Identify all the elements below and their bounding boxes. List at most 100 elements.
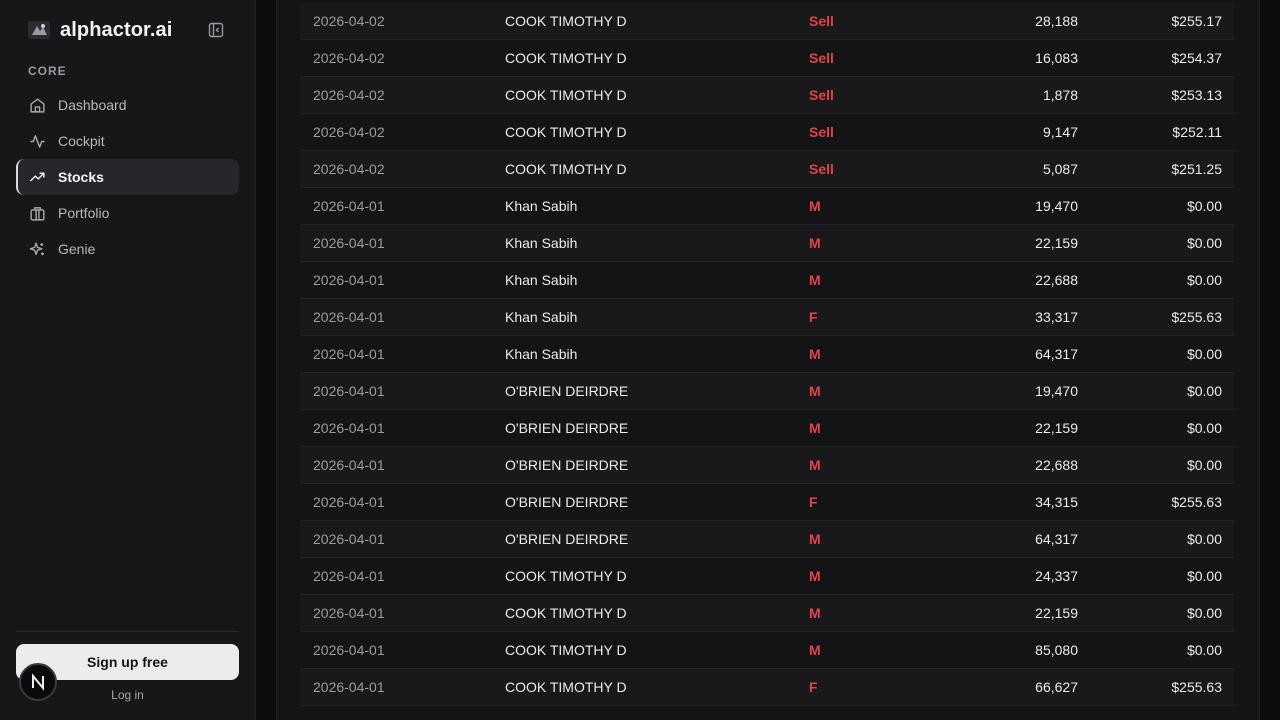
shares-cell: 22,159	[1035, 420, 1078, 436]
transaction-type-cell: Sell	[809, 50, 834, 66]
transaction-type-cell: M	[809, 642, 821, 658]
shares-cell: 22,159	[1035, 235, 1078, 251]
price-cell: $0.00	[1186, 346, 1222, 362]
sidebar-item-cockpit[interactable]: Cockpit	[16, 123, 239, 159]
brand[interactable]: alphactor.ai	[26, 16, 172, 44]
transaction-type-cell: Sell	[809, 13, 834, 29]
shares-cell: 24,337	[1035, 568, 1078, 584]
sidebar-item-portfolio[interactable]: Portfolio	[16, 195, 239, 231]
n-badge-button[interactable]	[19, 663, 57, 701]
table-row[interactable]: 2026-04-02 COOK TIMOTHY D Sell 5,087 $251.25	[300, 151, 1234, 188]
transaction-type-cell: M	[809, 531, 821, 547]
transaction-type-cell: M	[809, 383, 821, 399]
table-row[interactable]: 2026-04-01 Khan Sabih F 33,317 $255.63	[300, 299, 1234, 336]
date-cell: 2026-04-01	[313, 198, 385, 214]
sidebar-item-genie[interactable]: Genie	[16, 231, 239, 267]
price-cell: $254.37	[1171, 50, 1222, 66]
table-row[interactable]: 2026-04-01 O'BRIEN DEIRDRE M 19,470 $0.00	[300, 373, 1234, 410]
sidebar-collapse-button[interactable]	[206, 20, 226, 40]
transaction-type-cell: Sell	[809, 87, 834, 103]
transaction-type-cell: M	[809, 272, 821, 288]
price-cell: $255.63	[1171, 494, 1222, 510]
sidebar-item-label: Genie	[58, 241, 96, 257]
price-cell: $0.00	[1186, 642, 1222, 658]
date-cell: 2026-04-01	[313, 642, 385, 658]
date-cell: 2026-04-01	[313, 568, 385, 584]
transaction-type-cell: F	[809, 494, 818, 510]
table-row[interactable]: 2026-04-01 O'BRIEN DEIRDRE M 22,159 $0.00	[300, 410, 1234, 447]
insider-name-cell: Khan Sabih	[505, 346, 578, 362]
table-row[interactable]: 2026-04-02 COOK TIMOTHY D Sell 1,878 $253.13	[300, 77, 1234, 114]
panel-left-icon	[208, 22, 224, 38]
price-cell: $0.00	[1186, 605, 1222, 621]
date-cell: 2026-04-02	[313, 13, 385, 29]
date-cell: 2026-04-02	[313, 50, 385, 66]
sidebar-item-dashboard[interactable]: Dashboard	[16, 87, 239, 123]
date-cell: 2026-04-02	[313, 87, 385, 103]
table-row[interactable]: 2026-04-02 COOK TIMOTHY D Sell 28,188 $255.1…	[300, 3, 1234, 40]
app-window: alphactor.ai CORE Dashboard Cockpit Stoc…	[0, 0, 1280, 720]
transaction-type-cell: Sell	[809, 124, 834, 140]
insider-name-cell: COOK TIMOTHY D	[505, 605, 627, 621]
insider-name-cell: Khan Sabih	[505, 235, 578, 251]
price-cell: $0.00	[1186, 235, 1222, 251]
price-cell: $253.13	[1171, 87, 1222, 103]
table-row[interactable]: 2026-04-01 Khan Sabih M 22,688 $0.00	[300, 262, 1234, 299]
main-content: 2026-04-02 COOK TIMOTHY D Sell 28,188 $255.1…	[256, 0, 1280, 720]
table-row[interactable]: 2026-04-01 Khan Sabih M 19,470 $0.00	[300, 188, 1234, 225]
briefcase-icon	[29, 205, 46, 222]
shares-cell: 33,317	[1035, 309, 1078, 325]
date-cell: 2026-04-01	[313, 679, 385, 695]
price-cell: $0.00	[1186, 420, 1222, 436]
transaction-type-cell: M	[809, 457, 821, 473]
transaction-type-cell: M	[809, 568, 821, 584]
price-cell: $251.25	[1171, 161, 1222, 177]
table-row[interactable]: 2026-04-01 O'BRIEN DEIRDRE F 34,315 $255.63	[300, 484, 1234, 521]
table-row[interactable]: 2026-04-01 COOK TIMOTHY D M 85,080 $0.00	[300, 632, 1234, 669]
insider-name-cell: O'BRIEN DEIRDRE	[505, 420, 629, 436]
activity-icon	[29, 133, 46, 150]
insider-name-cell: COOK TIMOTHY D	[505, 13, 627, 29]
shares-cell: 22,688	[1035, 457, 1078, 473]
sidebar-item-label: Dashboard	[58, 97, 127, 113]
section-label-core: CORE	[28, 64, 67, 78]
brand-name: alphactor.ai	[60, 18, 173, 41]
table-row[interactable]: 2026-04-01 COOK TIMOTHY D M 22,159 $0.00	[300, 595, 1234, 632]
n-logo-icon	[32, 673, 44, 691]
insider-name-cell: Khan Sabih	[505, 309, 578, 325]
table-row[interactable]: 2026-04-01 COOK TIMOTHY D F 66,627 $255.63	[300, 669, 1234, 706]
insider-name-cell: COOK TIMOTHY D	[505, 50, 627, 66]
table-row[interactable]: 2026-04-01 O'BRIEN DEIRDRE M 64,317 $0.00	[300, 521, 1234, 558]
price-cell: $0.00	[1186, 531, 1222, 547]
table-row[interactable]: 2026-04-02 COOK TIMOTHY D Sell 9,147 $252.11	[300, 114, 1234, 151]
sidebar-item-label: Cockpit	[58, 133, 105, 149]
shares-cell: 28,188	[1035, 13, 1078, 29]
table-row[interactable]: 2026-04-01 Khan Sabih M 22,159 $0.00	[300, 225, 1234, 262]
transaction-type-cell: M	[809, 420, 821, 436]
date-cell: 2026-04-01	[313, 346, 385, 362]
insider-name-cell: O'BRIEN DEIRDRE	[505, 383, 629, 399]
insider-name-cell: Khan Sabih	[505, 272, 578, 288]
shares-cell: 9,147	[1042, 124, 1078, 140]
insider-name-cell: COOK TIMOTHY D	[505, 642, 627, 658]
shares-cell: 66,627	[1035, 679, 1078, 695]
table-row[interactable]: 2026-04-01 COOK TIMOTHY D M 24,337 $0.00	[300, 558, 1234, 595]
table-row[interactable]: 2026-04-01 O'BRIEN DEIRDRE M 22,688 $0.00	[300, 447, 1234, 484]
insider-name-cell: COOK TIMOTHY D	[505, 679, 627, 695]
insider-transactions-table: 2026-04-02 COOK TIMOTHY D Sell 28,188 $255.1…	[300, 3, 1234, 706]
shares-cell: 64,317	[1035, 531, 1078, 547]
sidebar: alphactor.ai CORE Dashboard Cockpit Stoc…	[0, 0, 256, 720]
insider-name-cell: O'BRIEN DEIRDRE	[505, 494, 629, 510]
table-row[interactable]: 2026-04-01 Khan Sabih M 64,317 $0.00	[300, 336, 1234, 373]
price-cell: $0.00	[1186, 383, 1222, 399]
date-cell: 2026-04-01	[313, 383, 385, 399]
home-icon	[29, 97, 46, 114]
insider-name-cell: COOK TIMOTHY D	[505, 161, 627, 177]
price-cell: $0.00	[1186, 272, 1222, 288]
sidebar-item-stocks[interactable]: Stocks	[16, 159, 239, 195]
price-cell: $255.63	[1171, 309, 1222, 325]
transaction-type-cell: M	[809, 605, 821, 621]
date-cell: 2026-04-02	[313, 124, 385, 140]
table-row[interactable]: 2026-04-02 COOK TIMOTHY D Sell 16,083 $254.3…	[300, 40, 1234, 77]
date-cell: 2026-04-01	[313, 494, 385, 510]
